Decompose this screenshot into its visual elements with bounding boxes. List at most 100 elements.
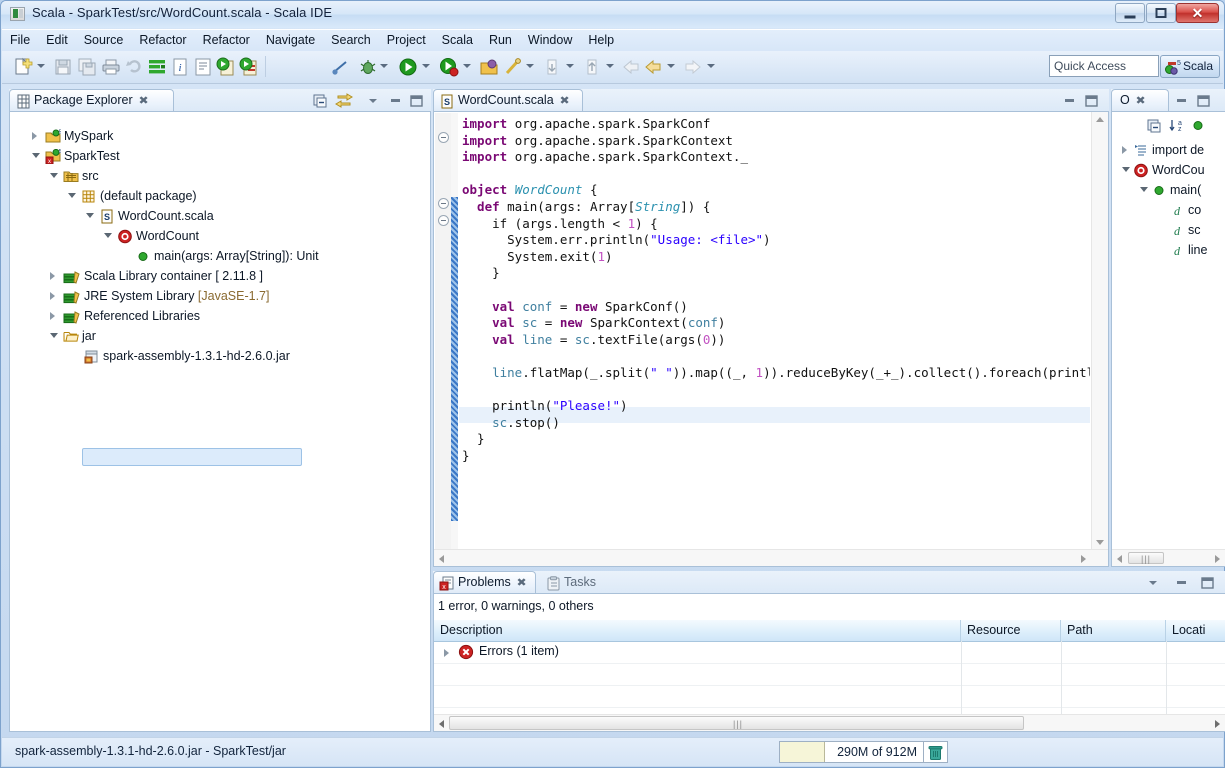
run-scala-app-icon[interactable] bbox=[215, 56, 237, 78]
collapse-twisty[interactable] bbox=[104, 233, 112, 238]
view-menu-icon[interactable] bbox=[1145, 575, 1161, 590]
collapse-twisty[interactable] bbox=[68, 193, 76, 198]
outline-item-wordcount[interactable]: WordCou bbox=[1112, 160, 1225, 180]
outline-item-line[interactable]: d line bbox=[1112, 240, 1225, 260]
forward-history-icon[interactable] bbox=[642, 56, 664, 78]
search-dropdown-arrow[interactable] bbox=[526, 64, 534, 68]
outline-item-conf[interactable]: d co bbox=[1112, 200, 1225, 220]
scaladoc-icon[interactable]: i bbox=[169, 56, 191, 78]
back-dropdown-arrow[interactable] bbox=[667, 64, 675, 68]
scala-interpreter-icon[interactable] bbox=[146, 56, 168, 78]
tree-item-main-method[interactable]: main(args: Array[String]): Unit bbox=[10, 246, 430, 266]
column-header-location[interactable]: Locati bbox=[1166, 620, 1225, 641]
collapse-twisty[interactable] bbox=[50, 333, 58, 338]
quick-access-input[interactable]: Quick Access bbox=[1049, 55, 1159, 77]
tab-tasks[interactable]: Tasks bbox=[539, 571, 617, 594]
column-header-resource[interactable]: Resource bbox=[961, 620, 1061, 641]
new-wizard-dropdown-arrow[interactable] bbox=[37, 64, 45, 68]
sort-icon[interactable]: a z bbox=[1168, 118, 1184, 133]
maximize-icon[interactable] bbox=[1083, 93, 1099, 108]
menu-file[interactable]: File bbox=[2, 30, 38, 51]
minimize-icon[interactable] bbox=[387, 93, 403, 108]
menu-project[interactable]: Project bbox=[379, 30, 434, 51]
close-window-button[interactable]: ✕ bbox=[1176, 3, 1219, 23]
scroll-thumb[interactable]: ||| bbox=[449, 716, 1024, 730]
tree-item-scala-library[interactable]: Scala Library container [ 2.11.8 ] bbox=[10, 266, 430, 286]
tree-item-jar-folder[interactable]: jar bbox=[10, 326, 430, 346]
collapse-twisty[interactable] bbox=[50, 173, 58, 178]
column-header-description[interactable]: Description bbox=[434, 620, 961, 641]
outline-item-sc[interactable]: d sc bbox=[1112, 220, 1225, 240]
expand-twisty[interactable] bbox=[32, 132, 37, 140]
new-wizard-icon[interactable] bbox=[12, 56, 34, 78]
minimize-icon[interactable] bbox=[1173, 93, 1189, 108]
menu-help[interactable]: Help bbox=[580, 30, 622, 51]
toggle-breakpoint-icon[interactable] bbox=[329, 56, 351, 78]
scroll-left-arrow[interactable] bbox=[439, 555, 444, 563]
previous-annotation-dropdown-arrow[interactable] bbox=[606, 64, 614, 68]
table-row[interactable]: Errors (1 item) bbox=[434, 641, 1225, 664]
perspective-scala-button[interactable]: 5 Scala bbox=[1159, 55, 1220, 78]
next-annotation-icon[interactable] bbox=[542, 56, 564, 78]
code-text[interactable]: import org.apache.spark.SparkConf import … bbox=[462, 116, 1090, 550]
collapse-all-icon[interactable] bbox=[312, 93, 328, 108]
code-editor[interactable]: import org.apache.spark.SparkConf import … bbox=[433, 111, 1109, 567]
column-header-path[interactable]: Path bbox=[1061, 620, 1166, 641]
menu-scala[interactable]: Scala bbox=[434, 30, 481, 51]
run-coverage-dropdown-arrow[interactable] bbox=[463, 64, 471, 68]
forward-dropdown-arrow[interactable] bbox=[707, 64, 715, 68]
scroll-left-arrow[interactable] bbox=[1117, 555, 1122, 563]
close-icon[interactable]: ✖ bbox=[516, 576, 526, 589]
editor-horizontal-scrollbar[interactable] bbox=[434, 549, 1108, 566]
heap-monitor[interactable]: 290M of 912M bbox=[779, 741, 924, 763]
problems-horizontal-scrollbar[interactable]: ||| bbox=[434, 714, 1225, 731]
forward-icon[interactable] bbox=[682, 56, 704, 78]
tree-item-default-package[interactable]: (default package) bbox=[10, 186, 430, 206]
next-annotation-dropdown-arrow[interactable] bbox=[566, 64, 574, 68]
scroll-up-arrow[interactable] bbox=[1096, 117, 1104, 122]
tree-item-myspark[interactable]: 5 MySpark bbox=[10, 126, 430, 146]
maximize-icon[interactable] bbox=[408, 93, 424, 108]
expand-twisty[interactable] bbox=[50, 292, 55, 300]
collapse-twisty[interactable] bbox=[1122, 167, 1130, 172]
view-menu-icon[interactable] bbox=[365, 93, 381, 108]
fold-toggle-icon[interactable] bbox=[438, 198, 449, 209]
fold-toggle-icon[interactable] bbox=[438, 132, 449, 143]
minimize-window-button[interactable] bbox=[1115, 3, 1145, 23]
run-dropdown-arrow[interactable] bbox=[422, 64, 430, 68]
debug-dropdown-arrow[interactable] bbox=[380, 64, 388, 68]
run-gc-button[interactable] bbox=[924, 741, 948, 763]
maximize-icon[interactable] bbox=[1195, 93, 1211, 108]
outline-item-import-declarations[interactable]: import de bbox=[1112, 140, 1225, 160]
debug-icon[interactable] bbox=[357, 56, 379, 78]
expand-twisty[interactable] bbox=[444, 649, 449, 657]
fold-toggle-icon[interactable] bbox=[438, 215, 449, 226]
editor-folding-gutter[interactable] bbox=[435, 113, 452, 565]
scroll-right-arrow[interactable] bbox=[1215, 720, 1220, 728]
collapse-twisty[interactable] bbox=[32, 153, 40, 158]
minimize-icon[interactable] bbox=[1061, 93, 1077, 108]
hide-fields-icon[interactable] bbox=[1190, 118, 1206, 133]
tab-problems[interactable]: x Problems ✖ bbox=[433, 571, 536, 594]
expand-twisty[interactable] bbox=[50, 312, 55, 320]
editor-vertical-scrollbar[interactable] bbox=[1091, 112, 1108, 566]
tree-item-sparktest[interactable]: 5x SparkTest bbox=[10, 146, 430, 166]
run-coverage-icon[interactable] bbox=[438, 56, 460, 78]
collapse-twisty[interactable] bbox=[86, 213, 94, 218]
open-type-icon[interactable] bbox=[478, 56, 500, 78]
menu-navigate[interactable]: Navigate bbox=[258, 30, 323, 51]
restore-window-button[interactable] bbox=[1146, 3, 1176, 23]
scroll-right-arrow[interactable] bbox=[1215, 555, 1220, 563]
menu-run[interactable]: Run bbox=[481, 30, 520, 51]
refresh-icon[interactable] bbox=[124, 56, 146, 78]
tree-item-src[interactable]: src bbox=[10, 166, 430, 186]
back-icon[interactable] bbox=[620, 56, 642, 78]
tab-wordcount-scala[interactable]: S WordCount.scala ✖ bbox=[433, 89, 583, 112]
scroll-right-arrow[interactable] bbox=[1081, 555, 1086, 563]
save-icon[interactable] bbox=[52, 56, 74, 78]
previous-annotation-icon[interactable] bbox=[582, 56, 604, 78]
menu-edit[interactable]: Edit bbox=[38, 30, 76, 51]
close-icon[interactable]: ✖ bbox=[1135, 94, 1145, 107]
scroll-down-arrow[interactable] bbox=[1096, 540, 1104, 545]
expand-twisty[interactable] bbox=[1122, 146, 1127, 154]
